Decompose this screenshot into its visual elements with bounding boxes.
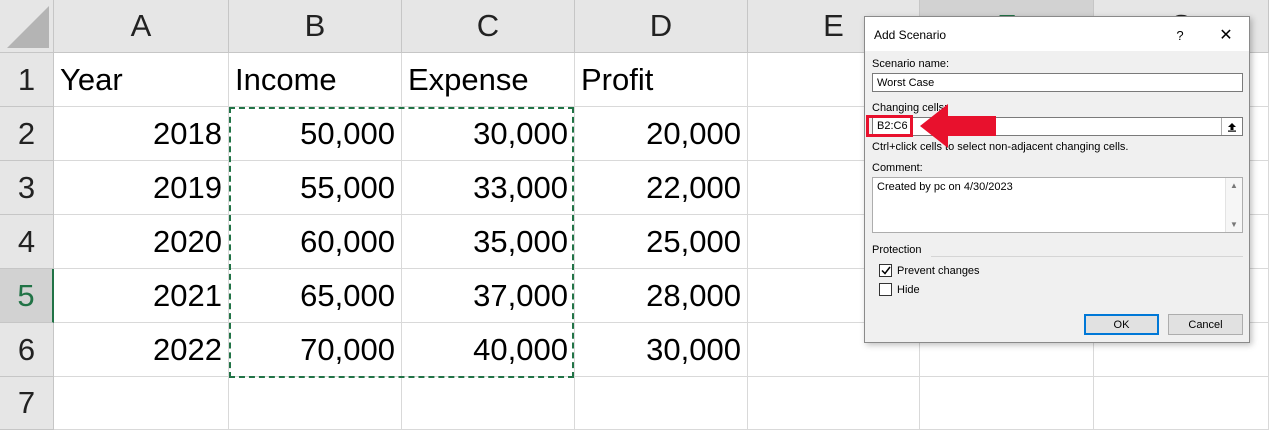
row-header-7[interactable]: 7 (0, 377, 54, 430)
help-button[interactable]: ? (1165, 24, 1195, 46)
hide-label: Hide (897, 283, 920, 296)
comment-scrollbar[interactable]: ▲ ▼ (1225, 178, 1242, 232)
cancel-button[interactable]: Cancel (1168, 314, 1243, 335)
ok-button[interactable]: OK (1084, 314, 1159, 335)
cell-d7[interactable] (575, 377, 748, 430)
row-header-1[interactable]: 1 (0, 53, 54, 107)
prevent-changes-checkbox[interactable] (879, 264, 892, 277)
cell-a3[interactable]: 2019 (54, 161, 229, 215)
select-all-corner[interactable] (0, 0, 54, 53)
cell-b1[interactable]: Income (229, 53, 402, 107)
cell-f7[interactable] (920, 377, 1094, 430)
row-header-3[interactable]: 3 (0, 161, 54, 215)
upload-arrow-icon (1228, 122, 1236, 132)
red-arrow-icon (920, 104, 996, 148)
cell-b3[interactable]: 55,000 (229, 161, 402, 215)
cell-c2[interactable]: 30,000 (402, 107, 575, 161)
cell-c3[interactable]: 33,000 (402, 161, 575, 215)
changing-cells-highlight-box (866, 115, 913, 137)
cell-a7[interactable] (54, 377, 229, 430)
dialog-titlebar[interactable]: Add Scenario ? ✕ (865, 17, 1249, 51)
cell-c7[interactable] (402, 377, 575, 430)
protection-divider (931, 256, 1243, 257)
cell-a4[interactable]: 2020 (54, 215, 229, 269)
cell-d3[interactable]: 22,000 (575, 161, 748, 215)
add-scenario-dialog: Add Scenario ? ✕ Scenario name: Worst Ca… (864, 16, 1250, 343)
select-all-triangle-icon (7, 6, 49, 48)
cell-d5[interactable]: 28,000 (575, 269, 748, 323)
column-header-b[interactable]: B (229, 0, 402, 53)
changing-cells-hint: Ctrl+click cells to select non-adjacent … (872, 141, 1129, 153)
cell-a6[interactable]: 2022 (54, 323, 229, 377)
cell-g7[interactable] (1094, 377, 1269, 430)
scroll-down-icon[interactable]: ▼ (1230, 220, 1238, 229)
comment-label: Comment: (872, 162, 923, 174)
column-header-d[interactable]: D (575, 0, 748, 53)
hide-option[interactable]: Hide (879, 283, 920, 296)
cell-d6[interactable]: 30,000 (575, 323, 748, 377)
cell-c5[interactable]: 37,000 (402, 269, 575, 323)
prevent-changes-label: Prevent changes (897, 264, 980, 277)
cell-b4[interactable]: 60,000 (229, 215, 402, 269)
cell-d4[interactable]: 25,000 (575, 215, 748, 269)
collapse-dialog-icon[interactable] (1221, 118, 1242, 135)
close-icon[interactable]: ✕ (1211, 24, 1241, 46)
cell-c4[interactable]: 35,000 (402, 215, 575, 269)
cell-a2[interactable]: 2018 (54, 107, 229, 161)
row-header-4[interactable]: 4 (0, 215, 54, 269)
cell-b2[interactable]: 50,000 (229, 107, 402, 161)
hide-checkbox[interactable] (879, 283, 892, 296)
cell-d2[interactable]: 20,000 (575, 107, 748, 161)
cell-c1[interactable]: Expense (402, 53, 575, 107)
prevent-changes-option[interactable]: Prevent changes (879, 264, 980, 277)
cell-b6[interactable]: 70,000 (229, 323, 402, 377)
scroll-up-icon[interactable]: ▲ (1230, 181, 1238, 190)
dialog-title: Add Scenario (874, 28, 947, 42)
cell-b5[interactable]: 65,000 (229, 269, 402, 323)
cell-e7[interactable] (748, 377, 920, 430)
row-header-5[interactable]: 5 (0, 269, 54, 323)
comment-text: Created by pc on 4/30/2023 (877, 181, 1013, 193)
comment-textarea[interactable]: Created by pc on 4/30/2023 ▲ ▼ (872, 177, 1243, 233)
column-header-c[interactable]: C (402, 0, 575, 53)
scenario-name-input[interactable]: Worst Case (872, 73, 1243, 92)
row-header-2[interactable]: 2 (0, 107, 54, 161)
cell-a1[interactable]: Year (54, 53, 229, 107)
column-header-a[interactable]: A (54, 0, 229, 53)
cell-c6[interactable]: 40,000 (402, 323, 575, 377)
checkmark-icon (880, 266, 891, 275)
scenario-name-label: Scenario name: (872, 58, 950, 70)
protection-label: Protection (872, 244, 922, 256)
row-header-6[interactable]: 6 (0, 323, 54, 377)
cell-a5[interactable]: 2021 (54, 269, 229, 323)
cell-b7[interactable] (229, 377, 402, 430)
cell-d1[interactable]: Profit (575, 53, 748, 107)
